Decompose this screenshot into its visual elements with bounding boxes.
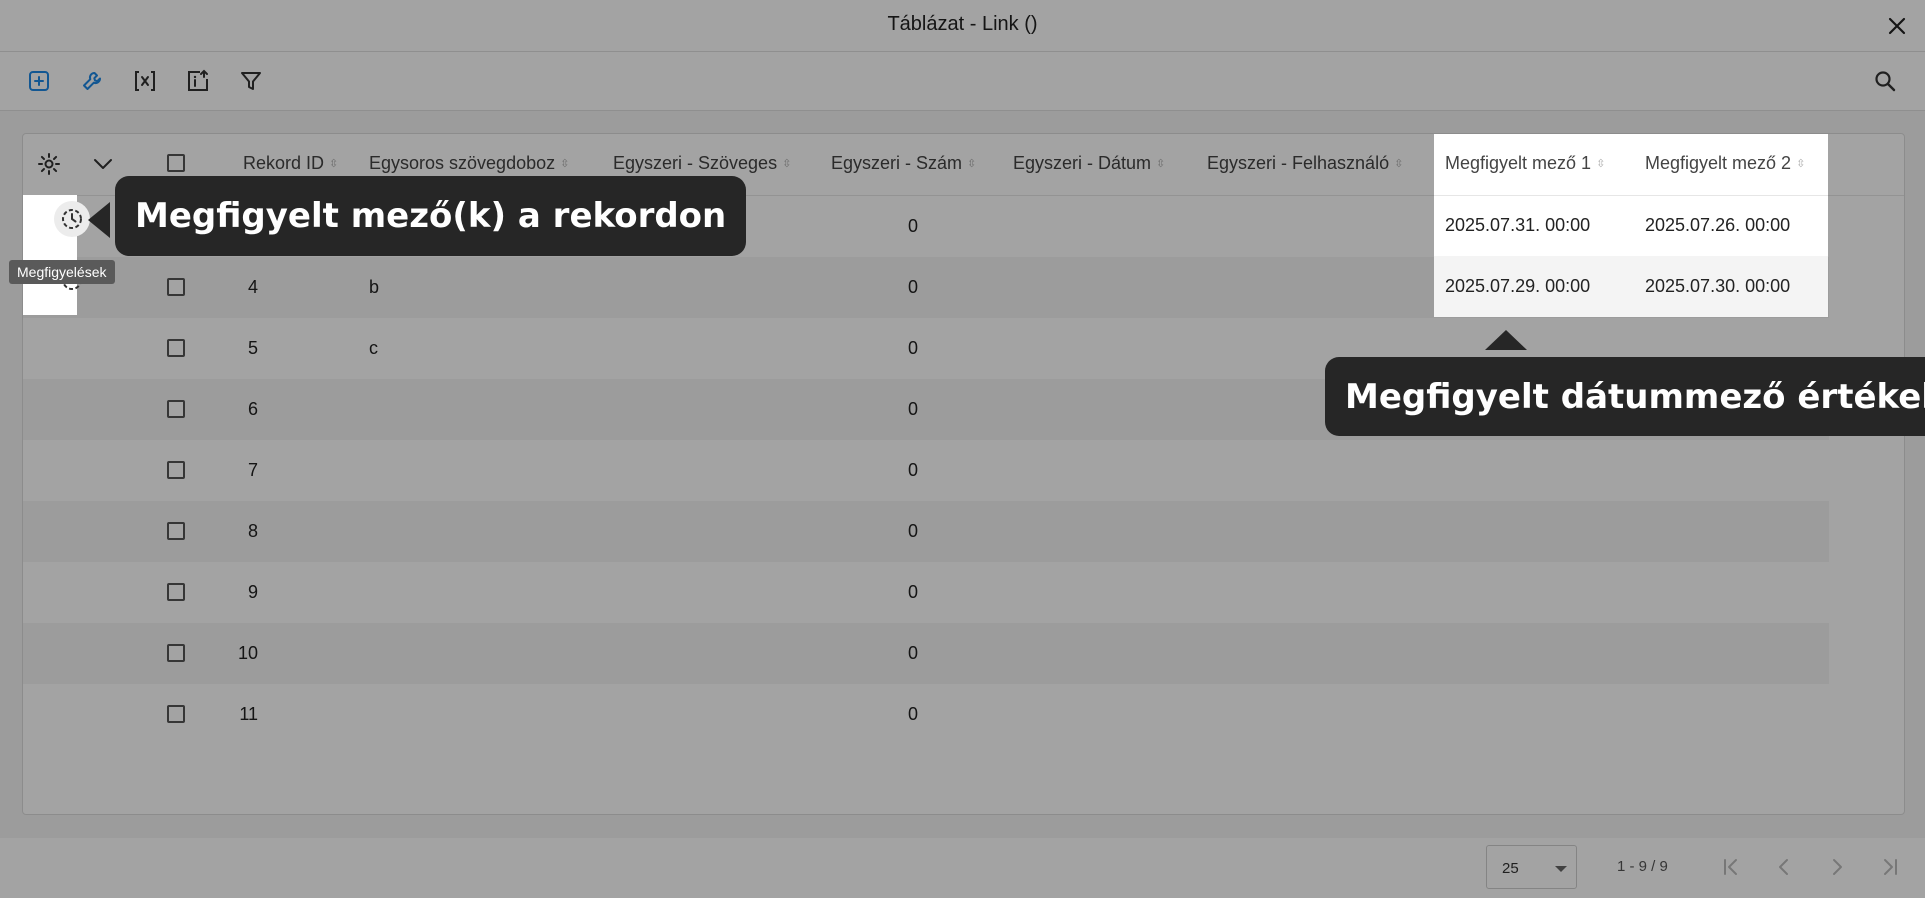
cell-number: 0 bbox=[907, 399, 918, 419]
first-page-button[interactable] bbox=[1719, 855, 1743, 879]
row-checkbox[interactable] bbox=[167, 583, 185, 601]
cell-record-id: 9 bbox=[247, 582, 258, 602]
row-checkbox[interactable] bbox=[167, 644, 185, 662]
chevron-left-icon bbox=[1779, 859, 1788, 875]
row-checkbox[interactable] bbox=[167, 461, 185, 479]
cell-record-id: 6 bbox=[247, 399, 258, 419]
column-header-watched-field-1[interactable]: Megfigyelt mező 1 ⇳ bbox=[1445, 153, 1605, 174]
search-icon bbox=[1875, 71, 1896, 92]
filter-button[interactable] bbox=[237, 67, 265, 95]
cell-watched-field-1: 2025.07.31. 00:00 bbox=[1445, 215, 1591, 235]
page-size-value: 25 bbox=[1502, 860, 1519, 877]
column-header-single-number[interactable]: Egyszeri - Szám ⇳ bbox=[831, 153, 976, 174]
gear-icon bbox=[38, 153, 60, 175]
dropdown-arrow-icon bbox=[1555, 866, 1567, 872]
previous-page-button[interactable] bbox=[1772, 855, 1796, 879]
sort-icon: ⇳ bbox=[329, 158, 339, 170]
import-button[interactable] bbox=[184, 67, 212, 95]
cell-record-id: 5 bbox=[247, 338, 258, 358]
column-header-record-id[interactable]: Rekord ID ⇳ bbox=[243, 153, 338, 174]
table-row[interactable]: 9 0 bbox=[23, 562, 1829, 623]
watch-tooltip: Megfigyelések bbox=[9, 260, 115, 284]
pagination-bar: 25 1 - 9 / 9 bbox=[0, 838, 1925, 898]
wrench-icon bbox=[83, 71, 102, 90]
cell-number: 0 bbox=[907, 216, 918, 236]
row-checkbox[interactable] bbox=[167, 705, 185, 723]
table-row[interactable]: 11 0 bbox=[23, 684, 1829, 745]
toolbar bbox=[0, 52, 1925, 111]
excel-export-icon bbox=[135, 71, 155, 91]
excel-export-button[interactable] bbox=[131, 67, 159, 95]
expand-all-button[interactable] bbox=[91, 152, 115, 176]
cell-number: 0 bbox=[907, 643, 918, 663]
table-row[interactable]: 10 0 bbox=[23, 623, 1829, 684]
callout-date-values: Megfigyelt dátummező értékek bbox=[1325, 357, 1925, 436]
sort-icon: ⇳ bbox=[782, 158, 792, 170]
search-button[interactable] bbox=[1871, 67, 1899, 95]
callout-pointer bbox=[88, 202, 110, 238]
cell-watched-field-2: 2025.07.30. 00:00 bbox=[1645, 276, 1791, 296]
add-record-button[interactable] bbox=[25, 67, 53, 95]
dialog-title: Táblázat - Link () bbox=[887, 13, 1038, 35]
cell-number: 0 bbox=[907, 582, 918, 602]
spotlight-watched-columns: Megfigyelt mező 1 ⇳ Megfigyelt mező 2 ⇳ 20… bbox=[1434, 134, 1828, 317]
callout-row-watch: Megfigyelt mező(k) a rekordon bbox=[115, 176, 747, 256]
sort-icon: ⇳ bbox=[967, 158, 977, 170]
column-header-single-line-text[interactable]: Egysoros szövegdoboz ⇳ bbox=[369, 153, 569, 174]
table-row[interactable]: 7 0 bbox=[23, 440, 1829, 501]
cell-record-id: 10 bbox=[237, 643, 258, 663]
settings-button[interactable] bbox=[78, 67, 106, 95]
cell-single-line-text: b bbox=[369, 277, 380, 297]
row-checkbox[interactable] bbox=[167, 278, 185, 296]
chevron-down-icon bbox=[94, 159, 112, 169]
sort-icon: ⇳ bbox=[1156, 158, 1166, 170]
filter-icon bbox=[241, 72, 261, 90]
sort-icon: ⇳ bbox=[560, 158, 570, 170]
cell-record-id: 7 bbox=[247, 460, 258, 480]
column-header-single-date[interactable]: Egyszeri - Dátum ⇳ bbox=[1013, 153, 1165, 174]
cell-number: 0 bbox=[907, 704, 918, 724]
table-row: 2025.07.29. 00:00 2025.07.30. 00:00 bbox=[1434, 256, 1828, 317]
first-page-icon bbox=[1724, 859, 1737, 875]
watch-button[interactable] bbox=[54, 201, 90, 237]
next-page-button[interactable] bbox=[1825, 855, 1849, 879]
last-page-icon bbox=[1884, 859, 1897, 875]
row-checkbox[interactable] bbox=[167, 400, 185, 418]
column-header-single-text[interactable]: Egyszeri - Szöveges ⇳ bbox=[613, 153, 791, 174]
callout-pointer bbox=[1485, 330, 1527, 350]
clock-watch-icon bbox=[62, 209, 82, 229]
sort-icon: ⇳ bbox=[1394, 158, 1404, 170]
chevron-right-icon bbox=[1833, 859, 1842, 875]
add-icon bbox=[29, 71, 49, 91]
row-checkbox[interactable] bbox=[167, 339, 185, 357]
cell-record-id: 11 bbox=[239, 704, 258, 724]
cell-number: 0 bbox=[907, 338, 918, 358]
row-checkbox[interactable] bbox=[167, 522, 185, 540]
table-row[interactable]: 8 0 bbox=[23, 501, 1829, 562]
cell-watched-field-2: 2025.07.26. 00:00 bbox=[1645, 215, 1791, 235]
select-all-checkbox[interactable] bbox=[167, 154, 185, 172]
table-settings-button[interactable] bbox=[37, 152, 61, 176]
title-bar: Táblázat - Link () bbox=[0, 0, 1925, 52]
close-icon bbox=[1888, 17, 1906, 35]
column-header-watched-field-2[interactable]: Megfigyelt mező 2 ⇳ bbox=[1645, 153, 1805, 174]
sort-icon: ⇳ bbox=[1796, 158, 1806, 170]
spotlight-watch-icons bbox=[23, 195, 90, 315]
cell-number: 0 bbox=[907, 277, 918, 297]
column-header-single-user[interactable]: Egyszeri - Felhasználó ⇳ bbox=[1207, 153, 1403, 174]
import-icon bbox=[188, 69, 208, 91]
divider bbox=[1434, 195, 1828, 196]
page-size-select[interactable]: 25 bbox=[1486, 845, 1577, 889]
cell-watched-field-1: 2025.07.29. 00:00 bbox=[1445, 276, 1591, 296]
cell-number: 0 bbox=[907, 460, 918, 480]
close-button[interactable] bbox=[1883, 12, 1911, 40]
cell-number: 0 bbox=[907, 521, 918, 541]
page-range: 1 - 9 / 9 bbox=[1617, 858, 1668, 875]
cell-record-id: 8 bbox=[247, 521, 258, 541]
cell-single-line-text: c bbox=[369, 338, 378, 358]
last-page-button[interactable] bbox=[1878, 855, 1902, 879]
cell-record-id: 4 bbox=[247, 277, 258, 297]
sort-icon: ⇳ bbox=[1596, 158, 1606, 170]
